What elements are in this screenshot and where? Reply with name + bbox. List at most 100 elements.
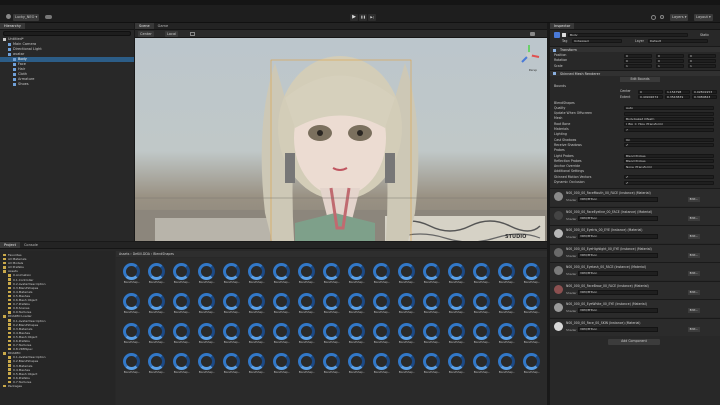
asset-item[interactable]: BlendShap... (270, 262, 294, 286)
tab-scene[interactable]: Scene (135, 23, 154, 29)
shader-dropdown[interactable]: VRM/MToon (578, 308, 658, 314)
orientation-gizmo[interactable] (517, 43, 541, 67)
asset-item[interactable]: BlendShap... (145, 352, 169, 376)
prop-value-additional-0[interactable]: ✔ (624, 175, 714, 180)
asset-item[interactable]: BlendShap... (295, 352, 319, 376)
asset-item[interactable]: BlendShap... (220, 322, 244, 346)
tab-console[interactable]: Console (20, 242, 42, 248)
object-name-field[interactable]: Body (568, 32, 688, 37)
layer-dropdown[interactable]: Default (648, 38, 708, 43)
asset-item[interactable]: BlendShap... (120, 292, 144, 316)
center-field[interactable]: 0 (638, 89, 663, 94)
asset-item[interactable]: BlendShap... (345, 352, 369, 376)
asset-item[interactable]: BlendShap... (345, 292, 369, 316)
material-block[interactable]: N00_000_00_Eyelash_00_FACE (Instance) (M… (550, 262, 720, 281)
step-button[interactable]: ▶| (368, 14, 376, 21)
asset-item[interactable]: BlendShap... (245, 352, 269, 376)
asset-item[interactable]: BlendShap... (195, 352, 219, 376)
asset-item[interactable]: BlendShap... (245, 322, 269, 346)
asset-item[interactable]: BlendShap... (395, 262, 419, 286)
transform-y-field[interactable]: 0 (656, 53, 684, 58)
asset-item[interactable]: BlendShap... (145, 322, 169, 346)
asset-item[interactable]: BlendShap... (420, 292, 444, 316)
transform-x-field[interactable]: 0 (624, 53, 652, 58)
asset-item[interactable]: BlendShap... (420, 322, 444, 346)
material-block[interactable]: N00_000_00_FaceBrow_00_FACE (Instance) (… (550, 280, 720, 299)
extent-field[interactable]: 0.3543839 (665, 95, 690, 99)
asset-item[interactable]: BlendShap... (420, 352, 444, 376)
shader-edit-button[interactable]: Edit... (688, 234, 700, 240)
transform-x-field[interactable]: 0 (624, 58, 652, 63)
asset-item[interactable]: BlendShap... (320, 292, 344, 316)
pause-button[interactable]: ❚❚ (359, 14, 367, 21)
shader-dropdown[interactable]: VRM/MToon (578, 197, 658, 203)
asset-item[interactable]: BlendShap... (370, 292, 394, 316)
asset-item[interactable]: BlendShap... (245, 292, 269, 316)
transform-x-field[interactable]: 1 (624, 64, 652, 69)
asset-item[interactable]: BlendShap... (170, 262, 194, 286)
shader-edit-button[interactable]: Edit... (688, 308, 700, 314)
asset-item[interactable]: BlendShap... (345, 262, 369, 286)
asset-item[interactable]: BlendShap... (195, 262, 219, 286)
material-block[interactable]: N00_000_00_EyeIris_00_EYE (Instance) (Ma… (550, 225, 720, 244)
asset-item[interactable]: BlendShap... (445, 352, 469, 376)
project-tree-item[interactable]: Packages (0, 384, 115, 388)
asset-item[interactable]: BlendShap... (170, 292, 194, 316)
shader-edit-button[interactable]: Edit... (688, 215, 700, 221)
play-button[interactable]: ▶ (350, 14, 358, 21)
shader-edit-button[interactable]: Edit... (688, 271, 700, 277)
asset-item[interactable]: BlendShap... (220, 352, 244, 376)
breadcrumb-assets[interactable]: Assets (119, 252, 129, 256)
transform-z-field[interactable]: 0 (688, 58, 716, 63)
shader-dropdown[interactable]: VRM/MToon (578, 234, 658, 240)
transform-y-field[interactable]: 1 (656, 64, 684, 69)
asset-item[interactable]: BlendShap... (370, 322, 394, 346)
tab-hierarchy[interactable]: Hierarchy (0, 23, 25, 29)
asset-item[interactable]: BlendShap... (495, 262, 519, 286)
asset-item[interactable]: BlendShap... (295, 262, 319, 286)
grid-icon[interactable] (190, 32, 195, 36)
asset-item[interactable]: BlendShap... (370, 262, 394, 286)
asset-item[interactable]: BlendShap... (220, 292, 244, 316)
prop-value-probe-0[interactable]: Blend Probes (624, 154, 714, 158)
shader-edit-button[interactable]: Edit... (688, 326, 700, 332)
shader-dropdown[interactable]: VRM/MToon (578, 271, 658, 277)
tab-project[interactable]: Project (0, 242, 20, 248)
transform-z-field[interactable]: 1 (688, 64, 716, 69)
asset-item[interactable]: BlendShap... (320, 322, 344, 346)
prop-value-probe-1[interactable]: Blend Probes (624, 159, 714, 164)
asset-item[interactable]: BlendShap... (295, 322, 319, 346)
shader-dropdown[interactable]: VRM/MToon (578, 252, 658, 258)
search-icon[interactable] (660, 15, 664, 19)
edit-bounds-button[interactable]: Edit Bounds (620, 76, 660, 82)
asset-item[interactable]: BlendShap... (145, 292, 169, 316)
asset-item[interactable]: BlendShap... (220, 262, 244, 286)
asset-item[interactable]: BlendShap... (120, 352, 144, 376)
asset-item[interactable]: BlendShap... (195, 292, 219, 316)
asset-item[interactable]: BlendShap... (120, 262, 144, 286)
asset-item[interactable]: BlendShap... (470, 262, 494, 286)
asset-item[interactable]: BlendShap... (445, 292, 469, 316)
asset-item[interactable]: BlendShap... (470, 322, 494, 346)
asset-item[interactable]: BlendShap... (345, 322, 369, 346)
material-block[interactable]: N00_000_00_Face_00_SKIN (Instance) (Mate… (550, 317, 720, 336)
tag-dropdown[interactable]: Untagged (572, 38, 622, 43)
tab-inspector[interactable]: Inspector (550, 23, 575, 29)
prop-value-smr-2[interactable]: Body.baked (Mesh) (624, 116, 714, 121)
active-checkbox[interactable] (562, 33, 566, 37)
pivot-local-dropdown[interactable]: Local (165, 31, 179, 37)
add-component-button[interactable]: Add Component (608, 339, 660, 346)
layers-dropdown[interactable]: Layers ▾ (670, 14, 689, 21)
breadcrumb-blendshapes[interactable]: BlendShapes (153, 252, 174, 256)
asset-item[interactable]: BlendShap... (170, 322, 194, 346)
material-block[interactable]: N00_000_00_EyeWhite_00_EYE (Instance) (M… (550, 299, 720, 318)
asset-item[interactable]: BlendShap... (145, 262, 169, 286)
asset-item[interactable]: BlendShap... (420, 262, 444, 286)
material-block[interactable]: N00_000_00_EyeHighlight_00_EYE (Instance… (550, 243, 720, 262)
layout-dropdown[interactable]: Layout ▾ (694, 14, 713, 21)
account-dropdown[interactable]: Lucky_NEO ▾ (13, 14, 40, 21)
asset-item[interactable]: BlendShap... (270, 322, 294, 346)
shader-dropdown[interactable]: VRM/MToon (578, 326, 658, 332)
asset-item[interactable]: BlendShap... (445, 262, 469, 286)
material-block[interactable]: N00_000_00_FaceMouth_00_FACE (Instance) … (550, 188, 720, 207)
